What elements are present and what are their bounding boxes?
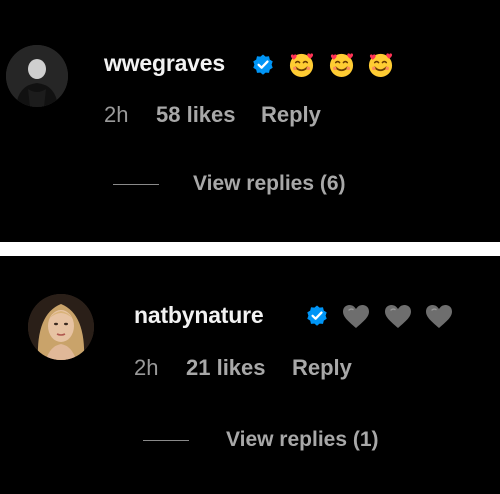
verified-badge-icon bbox=[307, 305, 327, 326]
comment-item: natbynature 2h 21 likes Reply View repli… bbox=[0, 256, 500, 494]
avatar[interactable] bbox=[28, 294, 94, 360]
smiling-face-with-hearts-icon bbox=[289, 53, 314, 78]
grey-heart-icon bbox=[426, 305, 452, 328]
verified-badge-icon bbox=[253, 54, 273, 75]
comment-time: 2h bbox=[134, 355, 159, 380]
replies-divider bbox=[143, 440, 189, 441]
likes-count[interactable]: 58 likes bbox=[156, 102, 236, 128]
grey-heart-icon bbox=[343, 305, 369, 328]
grey-heart-icon bbox=[385, 305, 411, 328]
smiling-face-with-hearts-icon bbox=[329, 53, 354, 78]
avatar[interactable] bbox=[6, 45, 68, 107]
smiling-face-with-hearts-icon bbox=[368, 53, 393, 78]
avatar-image bbox=[28, 294, 94, 360]
replies-divider bbox=[113, 184, 159, 185]
reply-button[interactable]: Reply bbox=[261, 102, 321, 128]
reply-button[interactable]: Reply bbox=[292, 355, 352, 381]
view-replies-button[interactable]: View replies (1) bbox=[226, 428, 379, 452]
username[interactable]: wwegraves bbox=[104, 50, 225, 77]
comment-time: 2h bbox=[104, 102, 129, 127]
comment-item: wwegraves 2h 58 likes Reply View replies… bbox=[0, 0, 500, 242]
view-replies-button[interactable]: View replies (6) bbox=[193, 172, 346, 196]
likes-count[interactable]: 21 likes bbox=[186, 355, 266, 381]
avatar-image bbox=[6, 45, 68, 107]
username[interactable]: natbynature bbox=[134, 302, 264, 329]
